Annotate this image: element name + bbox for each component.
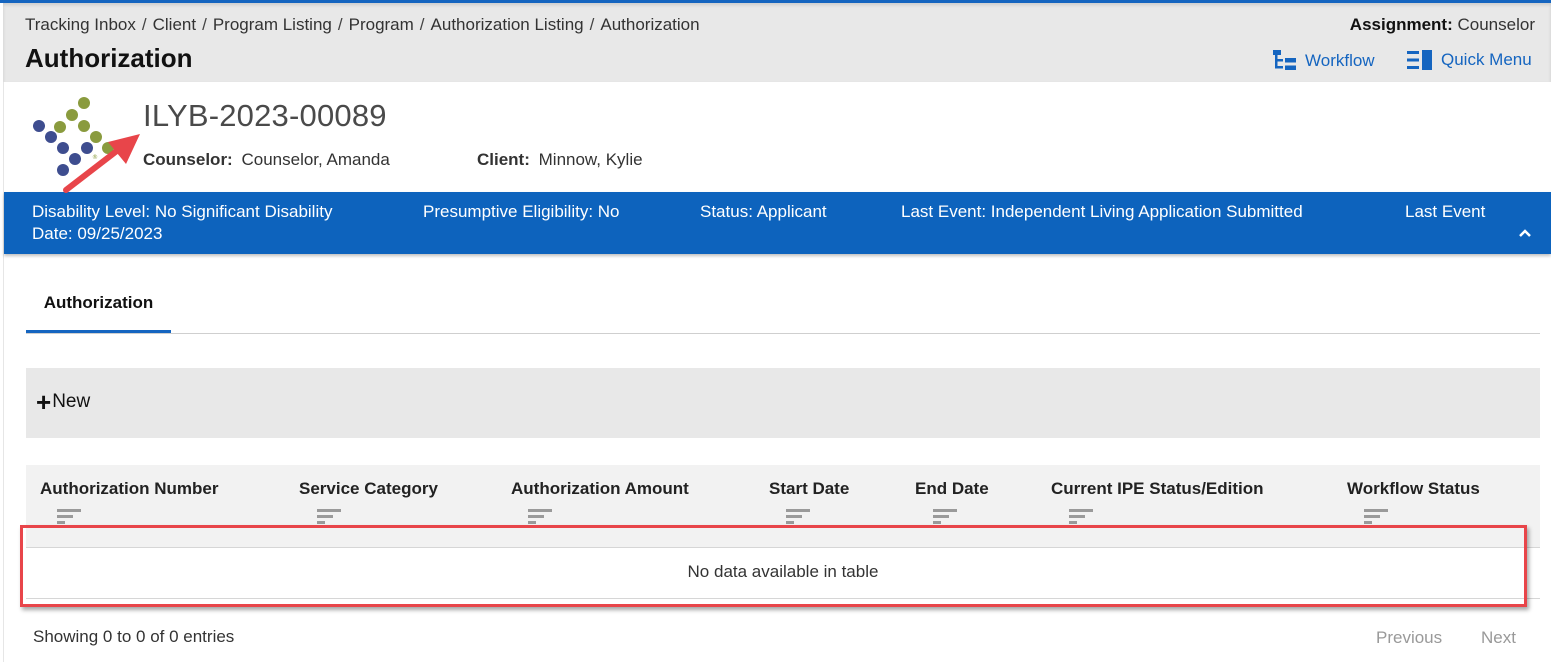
table-toolbar: + New: [26, 368, 1540, 438]
page-title: Authorization: [25, 43, 193, 73]
breadcrumb-separator: /: [419, 15, 425, 34]
disability-level: Disability Level: No Significant Disabil…: [32, 202, 333, 221]
quick-menu-icon: [1407, 50, 1432, 70]
column-end-date[interactable]: End Date: [915, 479, 989, 499]
column-authorization-number[interactable]: Authorization Number: [40, 479, 219, 499]
breadcrumb-authorization-listing[interactable]: Authorization Listing: [431, 15, 584, 34]
next-page-button[interactable]: Next: [1481, 628, 1516, 648]
new-button[interactable]: + New: [36, 387, 91, 417]
sort-icon[interactable]: [1069, 509, 1095, 525]
column-workflow-status[interactable]: Workflow Status: [1347, 479, 1480, 499]
presumptive-eligibility: Presumptive Eligibility: No: [423, 202, 620, 221]
sort-icon[interactable]: [57, 509, 83, 525]
breadcrumb-separator: /: [202, 15, 207, 34]
status: Status: Applicant: [700, 202, 827, 221]
breadcrumb-program[interactable]: Program: [349, 15, 414, 34]
breadcrumb-current: Authorization: [600, 15, 700, 34]
workflow-button[interactable]: Workflow: [1273, 50, 1375, 72]
counselor-value: Counselor, Amanda: [241, 150, 390, 169]
workflow-label: Workflow: [1305, 51, 1375, 70]
column-start-date[interactable]: Start Date: [769, 479, 849, 499]
last-event-date-value: Date: 09/25/2023: [32, 224, 163, 243]
assignment-label: Assignment:: [1349, 15, 1453, 34]
quick-menu-label: Quick Menu: [1441, 50, 1532, 69]
breadcrumb-separator: /: [337, 15, 343, 34]
column-service-category[interactable]: Service Category: [299, 479, 438, 499]
breadcrumb-client[interactable]: Client: [153, 15, 196, 34]
record-id: ILYB-2023-00089: [143, 98, 387, 133]
plus-icon: +: [36, 387, 52, 417]
client-value: Minnow, Kylie: [538, 150, 643, 169]
chevron-up-icon[interactable]: [1518, 226, 1532, 240]
organization-logo: ®: [33, 97, 114, 176]
breadcrumb-tracking-inbox[interactable]: Tracking Inbox: [25, 15, 136, 34]
entries-info: Showing 0 to 0 of 0 entries: [33, 627, 235, 646]
client-label: Client:: [477, 150, 530, 169]
assignment-info: Assignment: Counselor: [1350, 15, 1535, 35]
assignment-value: Counselor: [1457, 15, 1536, 34]
tab-authorization[interactable]: Authorization: [26, 286, 171, 333]
breadcrumb-program-listing[interactable]: Program Listing: [213, 15, 332, 34]
summary-banner: Disability Level: No Significant Disabil…: [4, 192, 1551, 254]
last-event: Last Event: Independent Living Applicati…: [901, 202, 1303, 221]
table-header: Authorization Number Service Category Au…: [26, 465, 1540, 547]
last-event-date-label: Last Event: [1405, 202, 1486, 221]
table-row: No data available in table: [26, 547, 1540, 599]
previous-page-button[interactable]: Previous: [1376, 628, 1442, 648]
tab-bar: Authorization: [26, 286, 1540, 334]
breadcrumb: Tracking Inbox / Client / Program Listing / Pr…: [25, 15, 700, 35]
svg-text:®: ®: [92, 154, 98, 161]
sort-icon[interactable]: [528, 509, 554, 525]
counselor-info: Counselor: Counselor, Amanda: [143, 150, 390, 170]
breadcrumb-separator: /: [589, 15, 595, 34]
column-current-ipe-status[interactable]: Current IPE Status/Edition: [1051, 479, 1264, 499]
quick-menu-button[interactable]: Quick Menu: [1407, 50, 1532, 70]
sort-icon[interactable]: [317, 509, 343, 525]
column-authorization-amount[interactable]: Authorization Amount: [511, 479, 689, 499]
empty-table-message: No data available in table: [687, 562, 879, 581]
sort-icon[interactable]: [786, 509, 812, 525]
sort-icon[interactable]: [1364, 509, 1390, 525]
breadcrumb-separator: /: [141, 15, 147, 34]
client-info: Client: Minnow, Kylie: [477, 150, 643, 170]
new-label: New: [52, 391, 91, 412]
sort-icon[interactable]: [933, 509, 959, 525]
workflow-tree-icon: [1273, 50, 1296, 70]
left-border: [3, 82, 4, 662]
counselor-label: Counselor:: [143, 150, 233, 169]
